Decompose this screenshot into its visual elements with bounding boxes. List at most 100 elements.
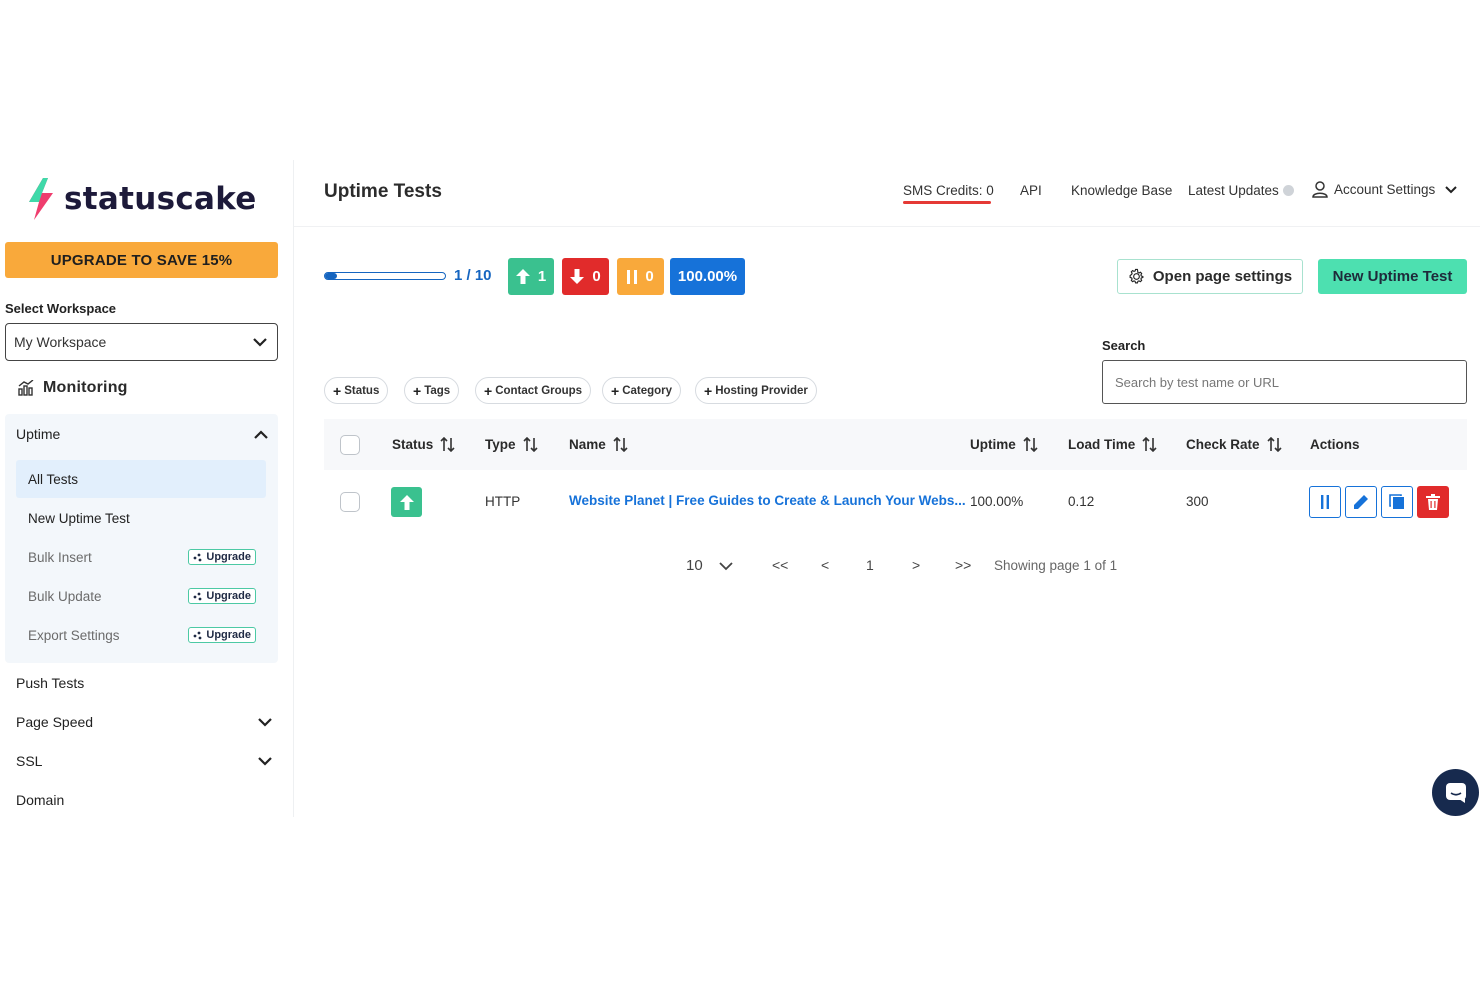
pause-icon	[1321, 495, 1329, 509]
column-header-type[interactable]: Type	[485, 437, 538, 452]
arrow-up-icon	[399, 494, 414, 510]
column-header-label: Uptime	[970, 437, 1016, 452]
column-header-label: Type	[485, 437, 516, 452]
pause-icon	[627, 269, 638, 284]
upgrade-badge[interactable]: Upgrade	[188, 549, 256, 565]
upgrade-banner-button[interactable]: UPGRADE TO SAVE 15%	[5, 242, 278, 278]
uptime-label: Uptime	[16, 426, 61, 442]
sidebar-item-label: Page Speed	[16, 714, 94, 730]
next-page-button[interactable]: >	[912, 557, 920, 573]
column-header-uptime[interactable]: Uptime	[970, 437, 1038, 452]
first-page-button[interactable]: <<	[772, 557, 788, 573]
upgrade-badge[interactable]: Upgrade	[188, 627, 256, 643]
account-settings-label: Account Settings	[1334, 182, 1436, 197]
main-content: Uptime Tests SMS Credits: 0 API Knowledg…	[294, 160, 1480, 817]
page-title: Uptime Tests	[324, 181, 442, 202]
open-page-settings-button[interactable]: Open page settings	[1117, 259, 1303, 294]
last-page-button[interactable]: >>	[955, 557, 971, 573]
workspace-select[interactable]: My Workspace	[5, 323, 278, 361]
row-checkbox[interactable]	[340, 492, 360, 512]
latest-updates-link[interactable]: Latest Updates	[1188, 183, 1294, 198]
filter-category-chip[interactable]: + Category	[602, 377, 682, 404]
row-name-link[interactable]: Website Planet | Free Guides to Create &…	[569, 493, 966, 508]
status-up-badge	[391, 487, 422, 517]
uptime-submenu: Uptime All Tests New Uptime Test Bulk In…	[5, 414, 278, 663]
sort-icon	[1266, 437, 1282, 452]
usage-text: 1 / 10	[454, 267, 492, 284]
sidebar-item-push-tests[interactable]: Push Tests	[16, 675, 272, 691]
sidebar-item-label: Bulk Insert	[28, 549, 92, 565]
chat-icon	[1445, 782, 1466, 803]
sparkle-icon	[193, 592, 202, 600]
column-header-label: Load Time	[1068, 437, 1136, 452]
sms-credits-link[interactable]: SMS Credits: 0	[903, 183, 994, 198]
row-check-rate: 300	[1186, 494, 1209, 509]
sparkle-icon	[193, 631, 202, 639]
search-input[interactable]	[1102, 360, 1467, 404]
filter-label: Contact Groups	[495, 384, 583, 397]
upgrade-badge-label: Upgrade	[206, 551, 251, 563]
arrow-up-icon	[515, 269, 530, 284]
row-type: HTTP	[485, 494, 521, 509]
sidebar-item-bulk-insert[interactable]: Bulk Insert Upgrade	[16, 538, 266, 576]
chevron-down-icon	[258, 717, 272, 727]
column-header-check-rate[interactable]: Check Rate	[1186, 437, 1282, 452]
column-header-status[interactable]: Status	[392, 437, 455, 452]
table-row[interactable]: HTTP Website Planet | Free Guides to Cre…	[324, 470, 1467, 534]
down-count: 0	[592, 268, 601, 285]
column-header-load-time[interactable]: Load Time	[1068, 437, 1157, 452]
chat-launcher-button[interactable]	[1432, 769, 1479, 816]
sidebar: statuscake UPGRADE TO SAVE 15% Select Wo…	[0, 160, 294, 817]
sort-icon	[522, 437, 538, 452]
chevron-down-icon	[258, 756, 272, 766]
upgrade-badge[interactable]: Upgrade	[188, 588, 256, 604]
prev-page-button[interactable]: <	[821, 557, 829, 573]
sidebar-item-bulk-update[interactable]: Bulk Update Upgrade	[16, 577, 266, 615]
new-uptime-test-button[interactable]: New Uptime Test	[1318, 259, 1467, 294]
page-size-chevron-down-icon[interactable]	[719, 562, 733, 571]
sidebar-item-export-settings[interactable]: Export Settings Upgrade	[16, 616, 266, 654]
sms-credits-underline	[903, 201, 991, 204]
select-all-checkbox[interactable]	[340, 435, 360, 455]
sidebar-item-label: SSL	[16, 753, 43, 769]
uptime-percentage-badge[interactable]: 100.00%	[670, 258, 745, 295]
filter-hosting-provider-chip[interactable]: + Hosting Provider	[695, 377, 817, 404]
filter-tags-chip[interactable]: + Tags	[404, 377, 460, 404]
pause-test-button[interactable]	[1309, 486, 1341, 518]
row-load-time: 0.12	[1068, 494, 1095, 509]
workspace-value: My Workspace	[14, 334, 107, 350]
down-count-badge[interactable]: 0	[562, 258, 609, 295]
column-header-name[interactable]: Name	[569, 437, 628, 452]
column-header-label: Actions	[1310, 437, 1360, 452]
account-settings-menu[interactable]: Account Settings	[1312, 181, 1458, 198]
sidebar-item-all-tests[interactable]: All Tests	[16, 460, 266, 498]
plus-icon: +	[611, 382, 620, 399]
sidebar-item-domain[interactable]: Domain	[16, 792, 272, 808]
usage-progress-fill	[325, 273, 337, 279]
api-link[interactable]: API	[1020, 183, 1042, 198]
filter-status-chip[interactable]: + Status	[324, 377, 389, 404]
sort-icon	[440, 437, 455, 452]
knowledge-base-link[interactable]: Knowledge Base	[1071, 183, 1172, 198]
sidebar-item-new-uptime-test[interactable]: New Uptime Test	[16, 499, 266, 537]
up-count-badge[interactable]: 1	[508, 258, 554, 295]
uptime-toggle[interactable]: Uptime	[16, 426, 268, 442]
header-divider	[294, 226, 1480, 227]
edit-test-button[interactable]	[1345, 486, 1377, 518]
copy-test-button[interactable]	[1381, 486, 1413, 518]
lightning-bolt-icon	[29, 178, 53, 220]
filter-contact-groups-chip[interactable]: + Contact Groups	[475, 377, 592, 404]
brand-logo[interactable]: statuscake	[26, 178, 257, 220]
delete-test-button[interactable]	[1417, 486, 1449, 518]
sidebar-item-ssl[interactable]: SSL	[16, 753, 272, 769]
plus-icon: +	[413, 382, 422, 399]
sidebar-item-page-speed[interactable]: Page Speed	[16, 714, 272, 730]
page-size-value: 10	[686, 557, 703, 574]
current-page[interactable]: 1	[866, 557, 874, 573]
upgrade-badge-label: Upgrade	[206, 590, 251, 602]
chevron-up-icon	[254, 429, 268, 439]
notification-dot-icon	[1282, 185, 1294, 196]
column-header-label: Name	[569, 437, 606, 452]
column-header-label: Check Rate	[1186, 437, 1260, 452]
paused-count-badge[interactable]: 0	[617, 258, 664, 295]
